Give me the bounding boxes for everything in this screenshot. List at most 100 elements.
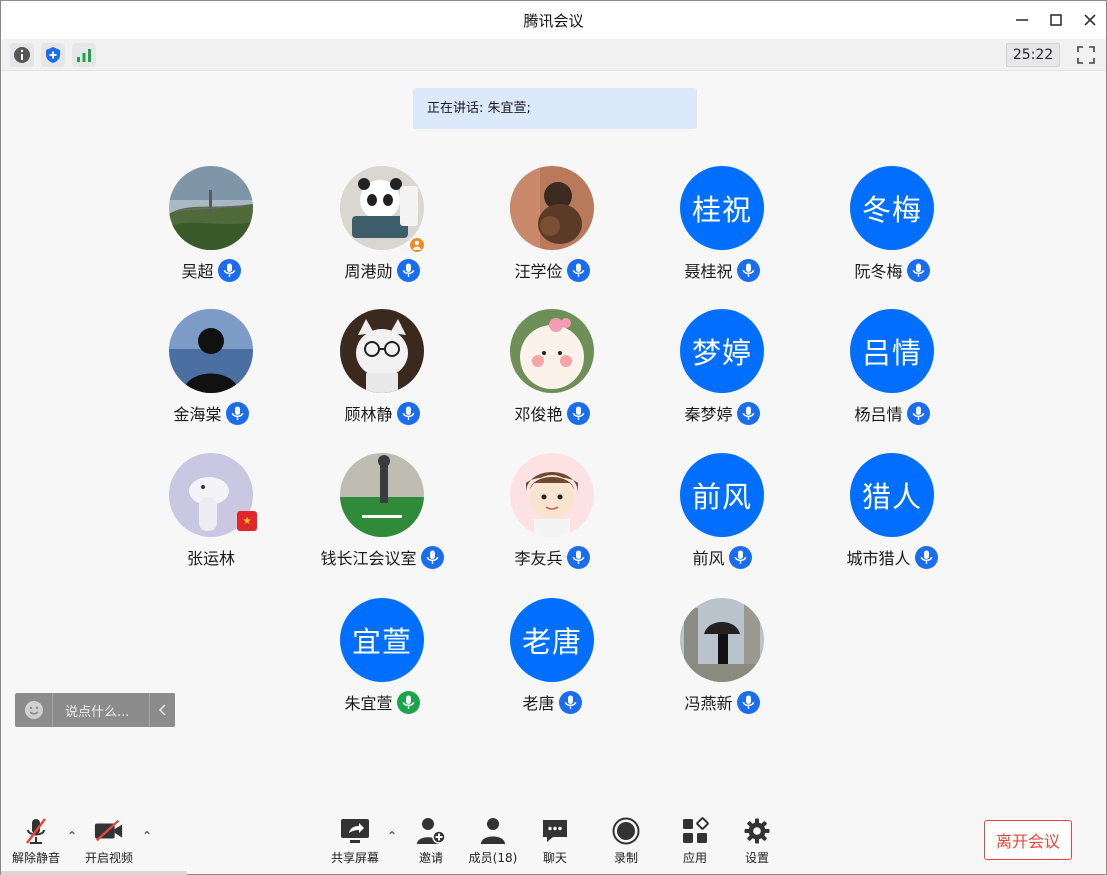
shield-icon[interactable]	[41, 43, 65, 67]
avatar[interactable]: 吕情	[850, 309, 934, 393]
maximize-icon[interactable]	[1042, 7, 1070, 33]
apps-button[interactable]: 应用	[665, 817, 725, 867]
info-icon[interactable]	[10, 43, 34, 67]
participant-label: 吴超	[126, 258, 296, 282]
avatar[interactable]	[510, 166, 594, 250]
meeting-info-bar: 25:22	[1, 39, 1106, 71]
participant-tile[interactable]: 老唐 老唐	[467, 598, 637, 728]
avatar[interactable]	[680, 598, 764, 682]
participant-label: 顾林静	[297, 401, 467, 425]
participant-name: 李友兵	[514, 549, 563, 568]
participant-name: 城市猎人	[846, 549, 911, 568]
mic-icon	[566, 258, 590, 282]
mic-icon	[566, 545, 590, 569]
participant-tile[interactable]: 吕情杨吕情	[807, 309, 977, 439]
emoji-icon[interactable]	[15, 693, 53, 727]
fullscreen-icon[interactable]	[1074, 43, 1098, 67]
unmute-button[interactable]: 解除静音	[6, 817, 66, 867]
close-icon[interactable]	[1076, 7, 1104, 33]
avatar[interactable]: 桂祝	[680, 166, 764, 250]
avatar[interactable]	[340, 309, 424, 393]
participant-tile[interactable]: 邓俊艳	[467, 309, 637, 439]
avatar[interactable]: 猎人	[850, 453, 934, 537]
minimize-icon[interactable]	[1008, 7, 1036, 33]
mic-icon	[736, 690, 760, 714]
participant-label: 张运林	[126, 545, 296, 569]
avatar[interactable]: 老唐	[510, 598, 594, 682]
participant-label: 老唐	[467, 690, 637, 714]
share-screen-icon	[340, 817, 370, 845]
participant-tile[interactable]: 周港勋	[297, 166, 467, 296]
avatar[interactable]: 冬梅	[850, 166, 934, 250]
avatar[interactable]: 梦婷	[680, 309, 764, 393]
chevron-left-icon[interactable]	[149, 693, 175, 727]
chat-icon	[540, 817, 570, 845]
mic-icon	[225, 401, 249, 425]
chat-button[interactable]: 聊天	[525, 817, 585, 867]
participant-label: 朱宜萱	[297, 690, 467, 714]
apps-label: 应用	[682, 851, 707, 865]
video-off-icon	[94, 817, 124, 845]
avatar[interactable]	[340, 453, 424, 537]
participant-tile[interactable]: 桂祝 聂桂祝	[637, 166, 807, 296]
avatar[interactable]	[510, 453, 594, 537]
participant-label: 秦梦婷	[637, 401, 807, 425]
chat-placeholder[interactable]: 说点什么...	[53, 701, 149, 720]
avatar[interactable]: 前风	[680, 453, 764, 537]
horizontal-scrollbar[interactable]	[1, 871, 187, 875]
start-video-button[interactable]: 开启视频	[79, 817, 139, 867]
participant-tile[interactable]: 冯燕新	[637, 598, 807, 728]
record-button[interactable]: 录制	[596, 817, 656, 867]
participant-label: 周港勋	[297, 258, 467, 282]
participant-tile[interactable]: 钱长江会议室	[297, 453, 467, 583]
mic-icon	[566, 401, 590, 425]
mic-icon	[906, 258, 930, 282]
chat-input-box[interactable]: 说点什么...	[15, 693, 175, 727]
participant-label: 邓俊艳	[467, 401, 637, 425]
mic-icon	[420, 545, 444, 569]
participant-label: 阮冬梅	[807, 258, 977, 282]
settings-button[interactable]: 设置	[727, 817, 787, 867]
mic-icon	[906, 401, 930, 425]
audio-options-chevron-icon[interactable]: ⌃	[67, 829, 77, 843]
muted-mic-icon	[21, 817, 51, 845]
signal-icon[interactable]	[72, 43, 96, 67]
participant-tile[interactable]: 猎人城市猎人	[807, 453, 977, 583]
share-options-chevron-icon[interactable]: ⌃	[387, 829, 397, 843]
invite-button[interactable]: 邀请	[401, 817, 461, 867]
share-screen-label: 共享屏幕	[330, 851, 379, 865]
members-button[interactable]: 成员(18)	[463, 817, 523, 867]
participant-tile[interactable]: ★ 张运林	[126, 453, 296, 583]
participant-tile[interactable]: 前风 前风	[637, 453, 807, 583]
record-icon	[611, 817, 641, 845]
participant-tile[interactable]: 吴超	[126, 166, 296, 296]
participant-tile[interactable]: 金海棠	[126, 309, 296, 439]
leave-meeting-button[interactable]: 离开会议	[984, 820, 1072, 860]
avatar[interactable]	[169, 166, 253, 250]
start-video-label: 开启视频	[84, 851, 133, 865]
participant-tile[interactable]: 顾林静	[297, 309, 467, 439]
apps-icon	[680, 817, 710, 845]
participant-tile[interactable]: 李友兵	[467, 453, 637, 583]
avatar[interactable]	[510, 309, 594, 393]
participant-tile[interactable]: 冬梅 阮冬梅	[807, 166, 977, 296]
participant-tile[interactable]: 梦婷 秦梦婷	[637, 309, 807, 439]
avatar[interactable]: 宜萱	[340, 598, 424, 682]
members-label: 成员(18)	[468, 851, 518, 865]
participant-name: 老唐	[522, 694, 555, 713]
participant-tile[interactable]: 汪学俭	[467, 166, 637, 296]
mic-icon	[396, 401, 420, 425]
video-options-chevron-icon[interactable]: ⌃	[142, 829, 152, 843]
members-icon	[478, 817, 508, 845]
participant-label: 杨吕情	[807, 401, 977, 425]
participant-tile[interactable]: 宜萱 朱宜萱	[297, 598, 467, 728]
participant-label: 冯燕新	[637, 690, 807, 714]
participant-name: 杨吕情	[854, 405, 903, 424]
share-screen-button[interactable]: 共享屏幕	[325, 817, 385, 867]
invite-label: 邀请	[418, 851, 443, 865]
avatar[interactable]	[169, 309, 253, 393]
mic-icon	[736, 258, 760, 282]
mic-icon	[914, 545, 938, 569]
participant-name: 汪学俭	[514, 262, 563, 281]
participant-name: 张运林	[186, 549, 235, 568]
